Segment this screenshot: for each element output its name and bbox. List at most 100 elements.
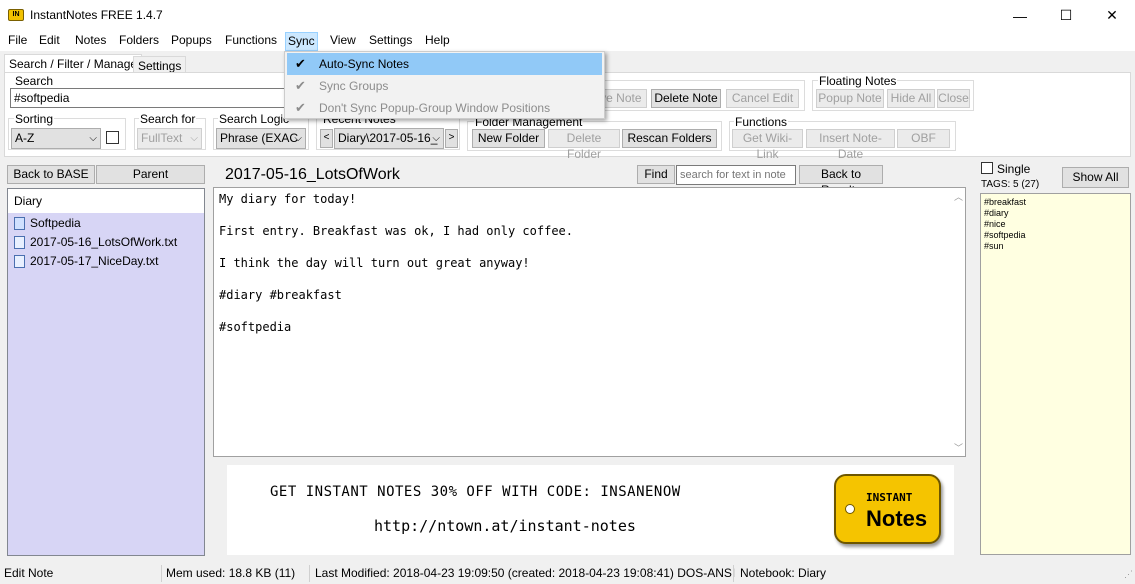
menu-notes[interactable]: Notes — [73, 33, 108, 47]
tag-item[interactable]: #nice — [984, 219, 1127, 230]
menu-folders[interactable]: Folders — [117, 33, 161, 47]
recent-next-button[interactable]: > — [445, 129, 458, 148]
tree-header: Diary — [8, 189, 204, 213]
tag-item[interactable]: #sun — [984, 241, 1127, 252]
delete-note-button[interactable]: Delete Note — [651, 89, 721, 108]
menu-item-sync-groups[interactable]: ✔ Sync Groups — [287, 75, 602, 97]
rescan-folders-button[interactable]: Rescan Folders — [622, 129, 717, 148]
search-logic-select[interactable]: Phrase (EXAC ⌵ — [216, 128, 306, 149]
tag-hole-icon — [845, 504, 855, 514]
recent-prev-button[interactable]: < — [320, 129, 333, 148]
search-logic-label: Search Logic — [218, 112, 291, 126]
note-tree[interactable]: Diary Softpedia 2017-05-16_LotsOfWork.tx… — [7, 188, 205, 556]
popup-note-button[interactable]: Popup Note — [816, 89, 884, 108]
note-line: First entry. Breakfast was ok, I had onl… — [219, 224, 574, 238]
note-title: 2017-05-16_LotsOfWork — [225, 166, 400, 183]
back-to-results-button[interactable]: Back to Results — [799, 165, 883, 197]
insert-note-date-button[interactable]: Insert Note-Date — [806, 129, 895, 161]
menu-file[interactable]: File — [6, 33, 29, 47]
tree-item-file[interactable]: 2017-05-16_LotsOfWork.txt — [14, 233, 177, 252]
instant-notes-logo: INSTANT Notes — [834, 474, 941, 544]
status-memory: Mem used: 18.8 KB (11) — [166, 566, 296, 580]
sorting-label: Sorting — [14, 112, 55, 126]
show-all-button[interactable]: Show All — [1062, 167, 1129, 188]
close-button[interactable]: ✕ — [1089, 0, 1135, 31]
status-last-modified: Last Modified: 2018-04-23 19:09:50 (crea… — [315, 566, 736, 580]
note-line: I think the day will turn out great anyw… — [219, 256, 530, 270]
chevron-down-icon: ⌵ — [190, 133, 198, 144]
menu-edit[interactable]: Edit — [37, 33, 62, 47]
tags-count: TAGS: 5 (27) — [981, 179, 1040, 190]
note-line: My diary for today! — [219, 192, 357, 206]
menu-bar: File Edit Notes Folders Popups Functions… — [0, 31, 1135, 51]
search-label: Search — [14, 74, 55, 88]
tag-item[interactable]: #softpedia — [984, 230, 1127, 241]
find-button[interactable]: Find — [637, 165, 675, 184]
menu-help[interactable]: Help — [423, 33, 452, 47]
single-checkbox[interactable] — [981, 162, 993, 174]
search-for-select[interactable]: FullText ⌵ — [137, 128, 202, 149]
status-separator — [309, 565, 310, 582]
menu-view[interactable]: View — [328, 33, 358, 47]
hide-all-button[interactable]: Hide All — [887, 89, 935, 108]
menu-settings[interactable]: Settings — [367, 33, 414, 47]
tree-item-folder[interactable]: Softpedia — [14, 214, 81, 233]
chevron-down-icon: ⌵ — [432, 133, 440, 144]
tab-search-filter-manage[interactable]: Search / Filter / Manage — [4, 54, 143, 73]
menu-functions[interactable]: Functions — [223, 33, 279, 47]
cancel-edit-button[interactable]: Cancel Edit — [726, 89, 799, 108]
find-in-note-input[interactable] — [676, 165, 796, 185]
note-line: #diary #breakfast — [219, 288, 342, 302]
promo-link[interactable]: http://ntown.at/instant-notes — [374, 517, 636, 535]
menu-popups[interactable]: Popups — [169, 33, 214, 47]
title-bar: IN InstantNotes FREE 1.4.7 — ☐ ✕ — [0, 0, 1135, 31]
logo-bottom-text: Notes — [866, 506, 928, 531]
promo-banner[interactable]: GET INSTANT NOTES 30% OFF WITH CODE: INS… — [227, 465, 954, 555]
resize-grip-icon[interactable]: ⋰ — [1124, 569, 1133, 580]
note-line: #softpedia — [219, 320, 292, 334]
recent-notes-value: Diary\2017-05-16_ — [338, 131, 438, 145]
tags-list[interactable]: #breakfast #diary #nice #softpedia #sun — [980, 193, 1131, 555]
check-icon: ✔ — [295, 56, 306, 71]
status-separator — [733, 565, 734, 582]
scroll-down-icon[interactable]: ﹀ — [954, 441, 963, 454]
search-input[interactable]: #softpedia — [10, 88, 310, 108]
tree-item-file[interactable]: 2017-05-17_NiceDay.txt — [14, 252, 159, 271]
tag-item[interactable]: #diary — [984, 208, 1127, 219]
new-folder-button[interactable]: New Folder — [472, 129, 545, 148]
menu-item-dont-sync-popup-positions[interactable]: ✔ Don't Sync Popup-Group Window Positions — [287, 97, 602, 119]
check-icon: ✔ — [295, 100, 306, 115]
sorting-select[interactable]: A-Z ⌵ — [11, 128, 101, 149]
recent-notes-select[interactable]: Diary\2017-05-16_ ⌵ — [334, 128, 444, 149]
delete-folder-button[interactable]: Delete Folder — [548, 129, 620, 161]
status-mode: Edit Note — [4, 566, 54, 580]
maximize-button[interactable]: ☐ — [1043, 0, 1089, 31]
back-to-base-button[interactable]: Back to BASE — [7, 165, 95, 184]
obf-button[interactable]: OBF — [897, 129, 950, 148]
promo-text: GET INSTANT NOTES 30% OFF WITH CODE: INS… — [270, 484, 681, 500]
status-notebook: Notebook: Diary — [740, 566, 827, 580]
status-bar: Edit Note Mem used: 18.8 KB (11) Last Mo… — [0, 563, 1135, 584]
parent-button[interactable]: Parent — [96, 165, 205, 184]
search-for-label: Search for — [139, 112, 197, 126]
tab-settings[interactable]: Settings — [133, 56, 187, 73]
app-icon: IN — [8, 9, 24, 21]
single-label: Single — [997, 162, 1031, 176]
status-separator — [161, 565, 162, 582]
file-icon — [14, 236, 25, 249]
get-wiki-link-button[interactable]: Get Wiki-Link — [732, 129, 803, 161]
sorting-checkbox[interactable] — [106, 131, 119, 144]
chevron-down-icon: ⌵ — [294, 133, 302, 144]
menu-item-auto-sync-notes[interactable]: ✔ Auto-Sync Notes — [287, 53, 602, 75]
menu-sync[interactable]: Sync — [285, 32, 318, 51]
minimize-button[interactable]: — — [997, 0, 1043, 31]
window-title: InstantNotes FREE 1.4.7 — [30, 8, 163, 22]
chevron-down-icon: ⌵ — [89, 133, 97, 144]
tag-item[interactable]: #breakfast — [984, 197, 1127, 208]
sync-menu-dropdown: ✔ Auto-Sync Notes ✔ Sync Groups ✔ Don't Syn… — [284, 51, 605, 119]
close-floating-button[interactable]: Close — [937, 89, 970, 108]
scroll-up-icon[interactable]: ︿ — [954, 190, 963, 203]
folder-icon — [14, 217, 25, 230]
logo-top-text: INSTANT — [866, 491, 913, 504]
note-editor[interactable]: My diary for today! First entry. Breakfa… — [213, 187, 966, 457]
